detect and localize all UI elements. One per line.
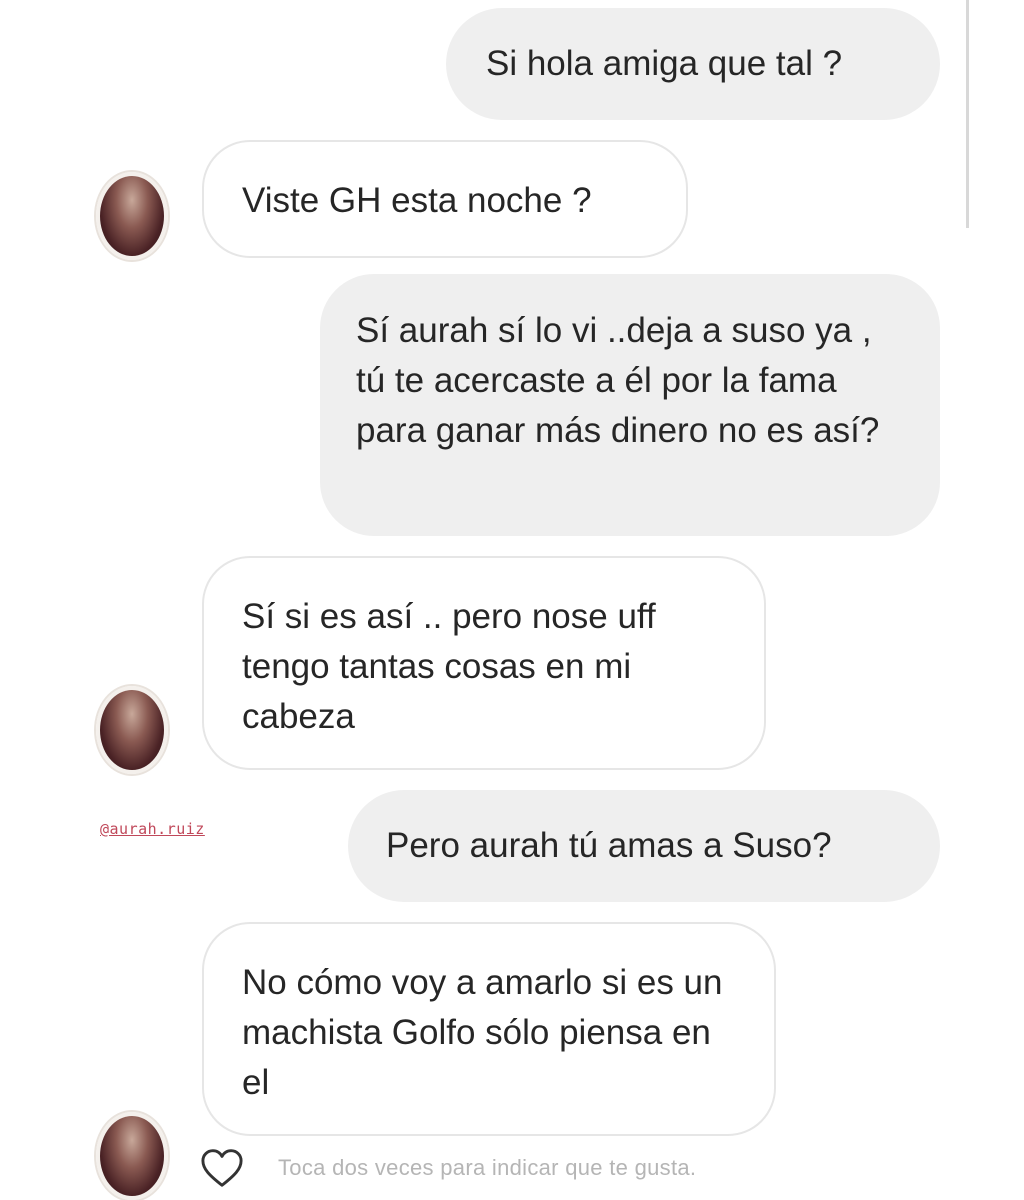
message-bubble-outgoing[interactable]: Si hola amiga que tal ? [446,8,940,120]
message-bubble-outgoing[interactable]: Sí aurah sí lo vi ..deja a suso ya , tú … [320,274,940,536]
double-tap-hint: Toca dos veces para indicar que te gusta… [278,1155,697,1180]
heart-outline-icon[interactable] [200,1148,244,1188]
message-bubble-incoming[interactable]: Viste GH esta noche ? [202,140,688,258]
contact-avatar[interactable] [96,1112,168,1200]
message-bubble-incoming[interactable]: No cómo voy a amarlo si es un machista G… [202,922,776,1136]
message-bubble-incoming[interactable]: Sí si es así .. pero nose uff tengo tant… [202,556,766,770]
mention-tag[interactable]: @aurah.ruiz [100,820,205,838]
message-text: No cómo voy a amarlo si es un machista G… [242,963,723,1102]
message-text: Viste GH esta noche ? [242,181,592,220]
message-text: Sí aurah sí lo vi ..deja a suso ya , tú … [356,311,880,450]
contact-avatar[interactable] [96,686,168,774]
contact-avatar[interactable] [96,172,168,260]
message-thread: Si hola amiga que tal ? Viste GH esta no… [0,0,1024,1200]
message-text: Sí si es así .. pero nose uff tengo tant… [242,597,656,736]
message-text: Pero aurah tú amas a Suso? [386,826,832,865]
scrollbar[interactable] [966,0,969,228]
message-text: Si hola amiga que tal ? [486,44,843,83]
message-bubble-outgoing[interactable]: Pero aurah tú amas a Suso? [348,790,940,902]
like-hint-row: Toca dos veces para indicar que te gusta… [200,1144,696,1192]
